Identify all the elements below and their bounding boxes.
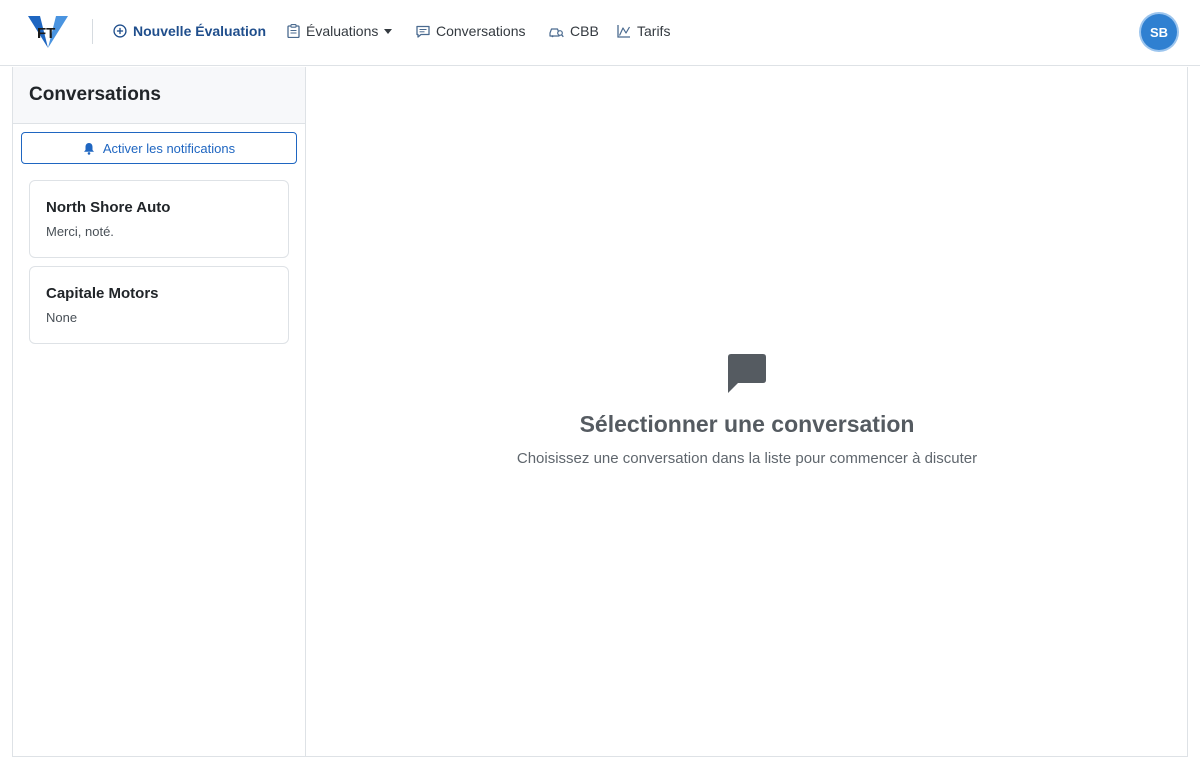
- sidebar-title: Conversations: [29, 84, 161, 105]
- chat-icon: [416, 25, 430, 38]
- conversation-preview: Merci, noté.: [46, 224, 114, 239]
- conversation-item[interactable]: North Shore Auto Merci, noté.: [29, 180, 289, 258]
- conversation-preview: None: [46, 310, 78, 325]
- sidebar-header: Conversations: [13, 67, 305, 124]
- enable-notifications-button[interactable]: Activer les notifications: [21, 132, 297, 164]
- nav-evaluations-dropdown[interactable]: Évaluations: [287, 20, 393, 42]
- chevron-down-icon: [384, 28, 393, 34]
- nav-label: Conversations: [436, 23, 526, 39]
- nav-cbb[interactable]: CBB: [549, 20, 599, 42]
- nav-label: Tarifs: [637, 23, 671, 39]
- chat-bubble-icon: [728, 354, 766, 393]
- nav-new-evaluation[interactable]: Nouvelle Évaluation: [113, 20, 266, 42]
- top-navbar: FT Nouvelle Évaluation Évaluations Conve…: [0, 0, 1200, 66]
- nav-label: Évaluations: [306, 23, 379, 39]
- clipboard-icon: [287, 24, 300, 38]
- svg-text:FT: FT: [37, 25, 55, 42]
- conversation-panel: Sélectionner une conversation Choisissez…: [306, 67, 1188, 757]
- notif-button-label: Activer les notifications: [102, 140, 236, 156]
- user-avatar[interactable]: SB: [1141, 14, 1177, 50]
- conversations-sidebar: Conversations Activer les notifications …: [12, 67, 306, 757]
- chart-icon: [617, 25, 631, 38]
- nav-conversations[interactable]: Conversations: [416, 20, 526, 42]
- nav-label: Nouvelle Évaluation: [133, 23, 267, 39]
- nav-tarifs[interactable]: Tarifs: [617, 20, 670, 42]
- conversation-item[interactable]: Capitale Motors None: [29, 266, 289, 344]
- empty-state-subtitle: Choisissez une conversation dans la list…: [516, 450, 978, 467]
- empty-state-title: Sélectionner une conversation: [579, 411, 915, 437]
- nav-divider: [92, 19, 93, 44]
- conversation-name: North Shore Auto: [46, 199, 171, 216]
- nav-label: CBB: [570, 23, 599, 39]
- conversation-name: Capitale Motors: [46, 285, 159, 302]
- plus-circle-icon: [113, 24, 127, 38]
- brand-logo[interactable]: FT: [28, 14, 68, 50]
- bell-icon: [83, 142, 94, 155]
- car-search-icon: [549, 27, 564, 37]
